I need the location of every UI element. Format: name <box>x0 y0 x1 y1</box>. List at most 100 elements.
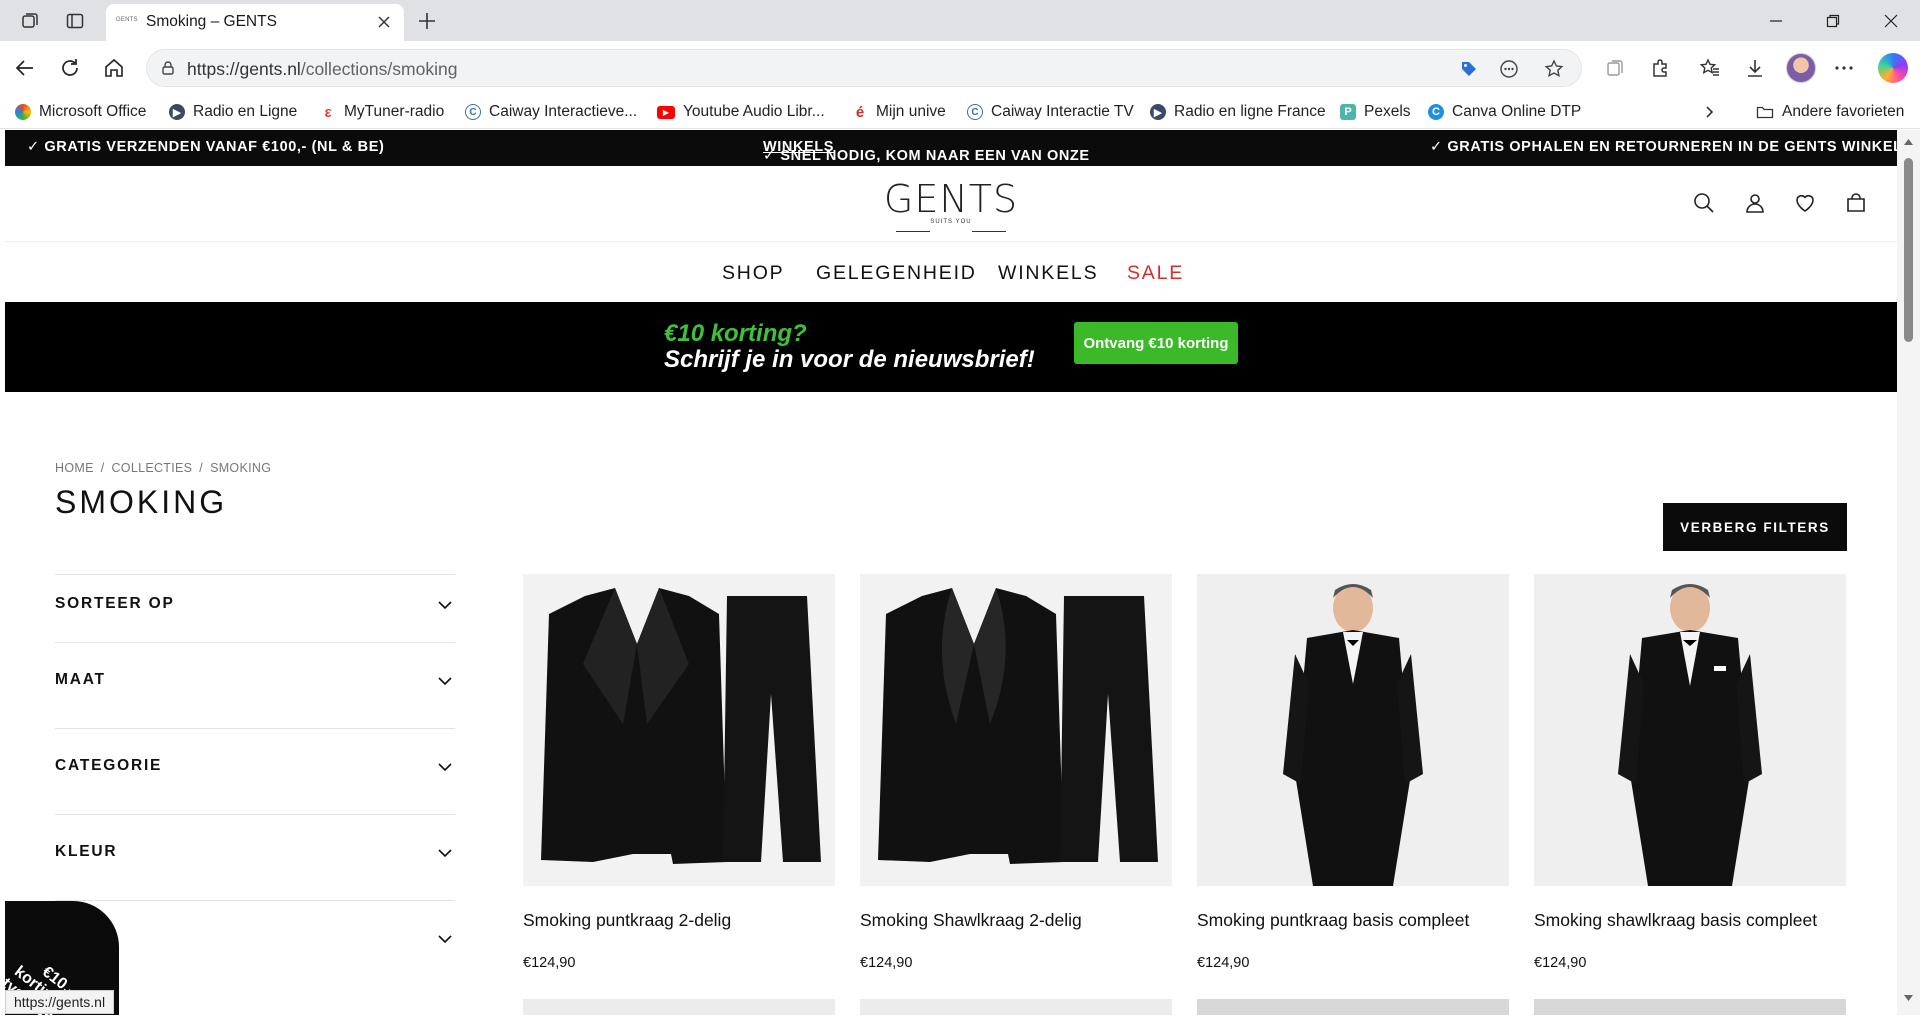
bookmark-item[interactable]: P Pexels <box>1340 100 1411 124</box>
caiway-tv-icon: C <box>967 104 983 120</box>
product-card-next-row[interactable] <box>523 999 835 1015</box>
search-icon[interactable] <box>1687 186 1721 220</box>
product-card[interactable]: Smoking Shawlkraag 2-delig €124,90 <box>860 574 1172 971</box>
site-info-icon[interactable] <box>159 59 177 77</box>
pexels-icon: P <box>1340 104 1356 120</box>
minimize-icon[interactable] <box>1761 8 1791 34</box>
announce-stores: ✓ SNEL NODIG, KOM NAAR EEN VAN ONZE WINK… <box>763 139 1089 164</box>
home-icon[interactable] <box>100 54 128 82</box>
tab-title: Smoking – GENTS <box>146 13 277 30</box>
bookmark-label: Radio en ligne France <box>1174 103 1326 120</box>
cart-bag-icon[interactable] <box>1839 186 1873 220</box>
bookmark-label: Mijn unive <box>876 103 946 120</box>
newsletter-promo-banner: €10 korting? Schrijf je in voor de nieuw… <box>5 302 1897 392</box>
bookmark-item[interactable]: Microsoft Office <box>15 100 146 124</box>
extensions-icon[interactable] <box>1646 54 1674 82</box>
new-tab-icon[interactable] <box>414 8 440 34</box>
product-image[interactable] <box>1197 574 1509 886</box>
product-image[interactable] <box>860 574 1172 886</box>
wishlist-heart-icon[interactable] <box>1788 186 1822 220</box>
product-name[interactable]: Smoking Shawlkraag 2-delig <box>860 910 1082 931</box>
bookmark-item[interactable]: ▶ Radio en ligne France <box>1150 100 1326 124</box>
hide-filters-button[interactable]: VERBERG FILTERS <box>1663 503 1847 551</box>
scrollbar-thumb[interactable] <box>1904 158 1913 342</box>
bookmark-item[interactable]: ▶ Youtube Audio Libr... <box>657 100 825 124</box>
breadcrumb-collecties[interactable]: COLLECTIES <box>111 461 192 475</box>
radio-france-icon: ▶ <box>1150 104 1166 120</box>
filter-color[interactable]: KLEUR <box>55 814 455 900</box>
nav-shop[interactable]: SHOP <box>722 262 784 285</box>
gents-logo[interactable]: GENTS SUITS YOU <box>5 177 1897 232</box>
close-window-icon[interactable] <box>1876 8 1906 34</box>
bookmarks-overflow-icon[interactable] <box>1701 100 1717 124</box>
downloads-icon[interactable] <box>1741 54 1769 82</box>
workspaces-icon[interactable] <box>17 8 43 34</box>
split-screen-icon[interactable] <box>1601 54 1629 82</box>
caiway-icon: C <box>465 104 481 120</box>
product-price: €124,90 <box>860 955 913 971</box>
filter-size[interactable]: MAAT <box>55 642 455 728</box>
product-price: €124,90 <box>1197 955 1250 971</box>
bookmark-item[interactable]: ▶ Radio en Ligne <box>169 100 297 124</box>
bookmarks-bar: Microsoft Office ▶ Radio en Ligne ε MyTune… <box>0 95 1920 129</box>
favorite-star-icon[interactable] <box>1541 57 1567 81</box>
bookmark-item[interactable]: é Mijn unive <box>852 100 946 124</box>
shopping-tag-icon[interactable] <box>1456 57 1482 81</box>
account-icon[interactable] <box>1738 186 1772 220</box>
address-bar[interactable]: https://gents.nl/collections/smoking <box>146 49 1582 87</box>
url-text[interactable]: https://gents.nl/collections/smoking <box>187 59 457 80</box>
folder-icon <box>1756 104 1774 120</box>
site-header: GENTS SUITS YOU <box>5 166 1897 242</box>
logo-word: GENTS <box>883 177 1019 221</box>
product-card[interactable]: Smoking shawlkraag basis compleet €124,9… <box>1534 574 1846 971</box>
product-card-next-row[interactable] <box>860 999 1172 1015</box>
chevron-down-icon <box>437 845 453 861</box>
vertical-tabs-icon[interactable] <box>62 8 88 34</box>
bookmark-item[interactable]: C Caiway Interactieve... <box>465 100 637 124</box>
close-tab-icon[interactable] <box>374 12 394 32</box>
breadcrumb-home[interactable]: HOME <box>55 461 94 475</box>
product-card[interactable]: Smoking puntkraag 2-delig €124,90 <box>523 574 835 971</box>
web-page: ✓ GRATIS VERZENDEN VANAF €100,- (NL & BE… <box>5 130 1897 1015</box>
favorites-icon[interactable] <box>1696 54 1724 82</box>
unive-icon: é <box>855 103 865 121</box>
more-options-icon[interactable] <box>1830 54 1858 82</box>
copilot-icon[interactable] <box>1878 53 1908 83</box>
bookmark-item[interactable]: C Canva Online DTP <box>1428 100 1581 124</box>
active-tab[interactable]: GENTS Smoking – GENTS <box>106 4 404 41</box>
announce-stores-text: ✓ SNEL NODIG, KOM NAAR EEN VAN ONZE <box>763 148 1090 164</box>
scroll-down-icon[interactable] <box>1903 994 1914 1002</box>
bookmark-item[interactable]: ε MyTuner-radio <box>320 100 444 124</box>
product-name[interactable]: Smoking puntkraag basis compleet <box>1197 910 1469 931</box>
profile-avatar[interactable] <box>1786 53 1816 83</box>
bookmark-label: Youtube Audio Libr... <box>683 103 825 120</box>
other-favorites[interactable]: Andere favorieten <box>1756 100 1904 124</box>
product-name[interactable]: Smoking shawlkraag basis compleet <box>1534 910 1817 931</box>
product-image[interactable] <box>1534 574 1846 886</box>
scroll-up-icon[interactable] <box>1903 138 1914 146</box>
bookmark-label: Microsoft Office <box>39 103 147 120</box>
product-card-next-row[interactable] <box>1197 999 1509 1015</box>
product-name[interactable]: Smoking puntkraag 2-delig <box>523 910 731 931</box>
nav-gelegenheid[interactable]: GELEGENHEID <box>816 262 977 285</box>
filter-label: KLEUR <box>55 843 118 860</box>
product-image[interactable] <box>523 574 835 886</box>
back-icon[interactable] <box>11 54 39 82</box>
logo-rule-right <box>972 231 1006 232</box>
filter-sort[interactable]: SORTEER OP <box>55 574 455 642</box>
announce-free-returns: ✓ GRATIS OPHALEN EN RETOURNEREN IN DE GE… <box>1430 139 1897 155</box>
refresh-icon[interactable] <box>56 54 84 82</box>
filter-category[interactable]: CATEGORIE <box>55 728 455 814</box>
product-price: €124,90 <box>1534 955 1587 971</box>
nav-sale[interactable]: SALE <box>1127 262 1184 285</box>
promo-discount-button[interactable]: Ontvang €10 korting <box>1074 322 1238 364</box>
bookmark-item[interactable]: C Caiway Interactie TV <box>967 100 1134 124</box>
product-card-next-row[interactable] <box>1534 999 1846 1015</box>
restore-icon[interactable] <box>1818 8 1848 34</box>
tab-favicon: GENTS <box>116 17 138 23</box>
product-card[interactable]: Smoking puntkraag basis compleet €124,90 <box>1197 574 1509 971</box>
nav-winkels[interactable]: WINKELS <box>998 262 1098 285</box>
mytuner-icon: ε <box>324 103 332 121</box>
page-scrollbar[interactable] <box>1897 130 1920 1015</box>
reading-mode-icon[interactable] <box>1496 57 1522 81</box>
